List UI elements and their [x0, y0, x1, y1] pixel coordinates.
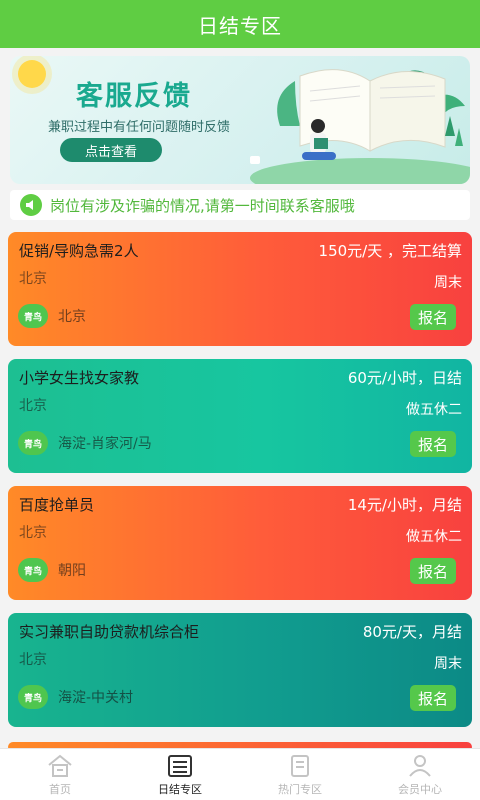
- job-title: 小学女生找女家教: [19, 369, 140, 387]
- tab-popular[interactable]: 热门专区: [240, 749, 360, 800]
- job-city: 北京: [19, 271, 47, 287]
- job-card[interactable]: 实习兼职自助贷款机综合柜 80元/天，月结 北京 周末 青鸟 海淀-中关村 报名: [8, 613, 472, 727]
- job-city: 北京: [19, 525, 47, 541]
- tab-daily-settlement[interactable]: 日结专区: [120, 749, 240, 800]
- sun-icon: [18, 60, 46, 88]
- document-icon: [291, 755, 309, 777]
- list-icon: [168, 755, 192, 777]
- job-title: 实习兼职自助贷款机综合柜: [19, 623, 200, 641]
- job-card[interactable]: 小学女生找女家教 60元/小时，日结 北京 做五休二 青鸟 海淀-肖家河/马 报…: [8, 359, 472, 473]
- job-schedule: 做五休二: [406, 529, 462, 545]
- banner-subtitle: 兼职过程中有任何问题随时反馈: [48, 120, 231, 135]
- apply-button[interactable]: 报名: [410, 558, 456, 584]
- tab-label: 会员中心: [398, 783, 442, 796]
- tab-home[interactable]: 首页: [0, 749, 120, 800]
- job-schedule: 周末: [434, 275, 462, 291]
- job-schedule: 做五休二: [406, 402, 462, 418]
- job-title: 促销/导购急需2人: [19, 242, 139, 260]
- page-title: 日结专区: [198, 13, 282, 38]
- job-salary: 80元/天，月结: [362, 623, 462, 641]
- bottom-tab-bar: 首页 日结专区 热门专区 会员中心: [0, 748, 480, 800]
- job-location: 海淀-中关村: [58, 690, 134, 706]
- feedback-banner[interactable]: 客服反馈 兼职过程中有任何问题随时反馈 点击查看: [10, 56, 470, 184]
- user-icon: [409, 755, 431, 777]
- tab-label: 日结专区: [158, 783, 202, 796]
- job-salary: 150元/天 ，完工结算: [318, 242, 462, 260]
- view-feedback-button[interactable]: 点击查看: [60, 138, 162, 162]
- company-logo: 青鸟: [18, 558, 48, 582]
- job-salary: 14元/小时，月结: [347, 496, 462, 514]
- job-schedule: 周末: [434, 656, 462, 672]
- banner-title: 客服反馈: [76, 81, 192, 112]
- tab-label: 首页: [49, 783, 71, 796]
- tab-label: 热门专区: [278, 783, 322, 796]
- job-location: 北京: [58, 309, 86, 325]
- fraud-notice[interactable]: 岗位有涉及诈骗的情况,请第一时间联系客服哦: [10, 190, 470, 220]
- company-logo: 青鸟: [18, 304, 48, 328]
- job-card[interactable]: 百度抢单员 14元/小时，月结 北京 做五休二 青鸟 朝阳 报名: [8, 486, 472, 600]
- job-location: 朝阳: [58, 563, 86, 579]
- company-logo: 青鸟: [18, 431, 48, 455]
- job-city: 北京: [19, 652, 47, 668]
- job-title: 百度抢单员: [19, 496, 95, 514]
- company-logo: 青鸟: [18, 685, 48, 709]
- speaker-icon: [20, 194, 42, 216]
- home-icon: [48, 754, 72, 777]
- job-city: 北京: [19, 398, 47, 414]
- app-header: 日结专区: [0, 0, 480, 48]
- job-location: 海淀-肖家河/马: [58, 436, 152, 452]
- tab-member-center[interactable]: 会员中心: [360, 749, 480, 800]
- apply-button[interactable]: 报名: [410, 685, 456, 711]
- apply-button[interactable]: 报名: [410, 431, 456, 457]
- apply-button[interactable]: 报名: [410, 304, 456, 330]
- reading-illustration: [250, 69, 470, 184]
- job-salary: 60元/小时，日结: [347, 369, 462, 387]
- notice-text: 岗位有涉及诈骗的情况,请第一时间联系客服哦: [50, 196, 355, 215]
- job-card[interactable]: 促销/导购急需2人 150元/天 ，完工结算 北京 周末 青鸟 北京 报名: [8, 232, 472, 346]
